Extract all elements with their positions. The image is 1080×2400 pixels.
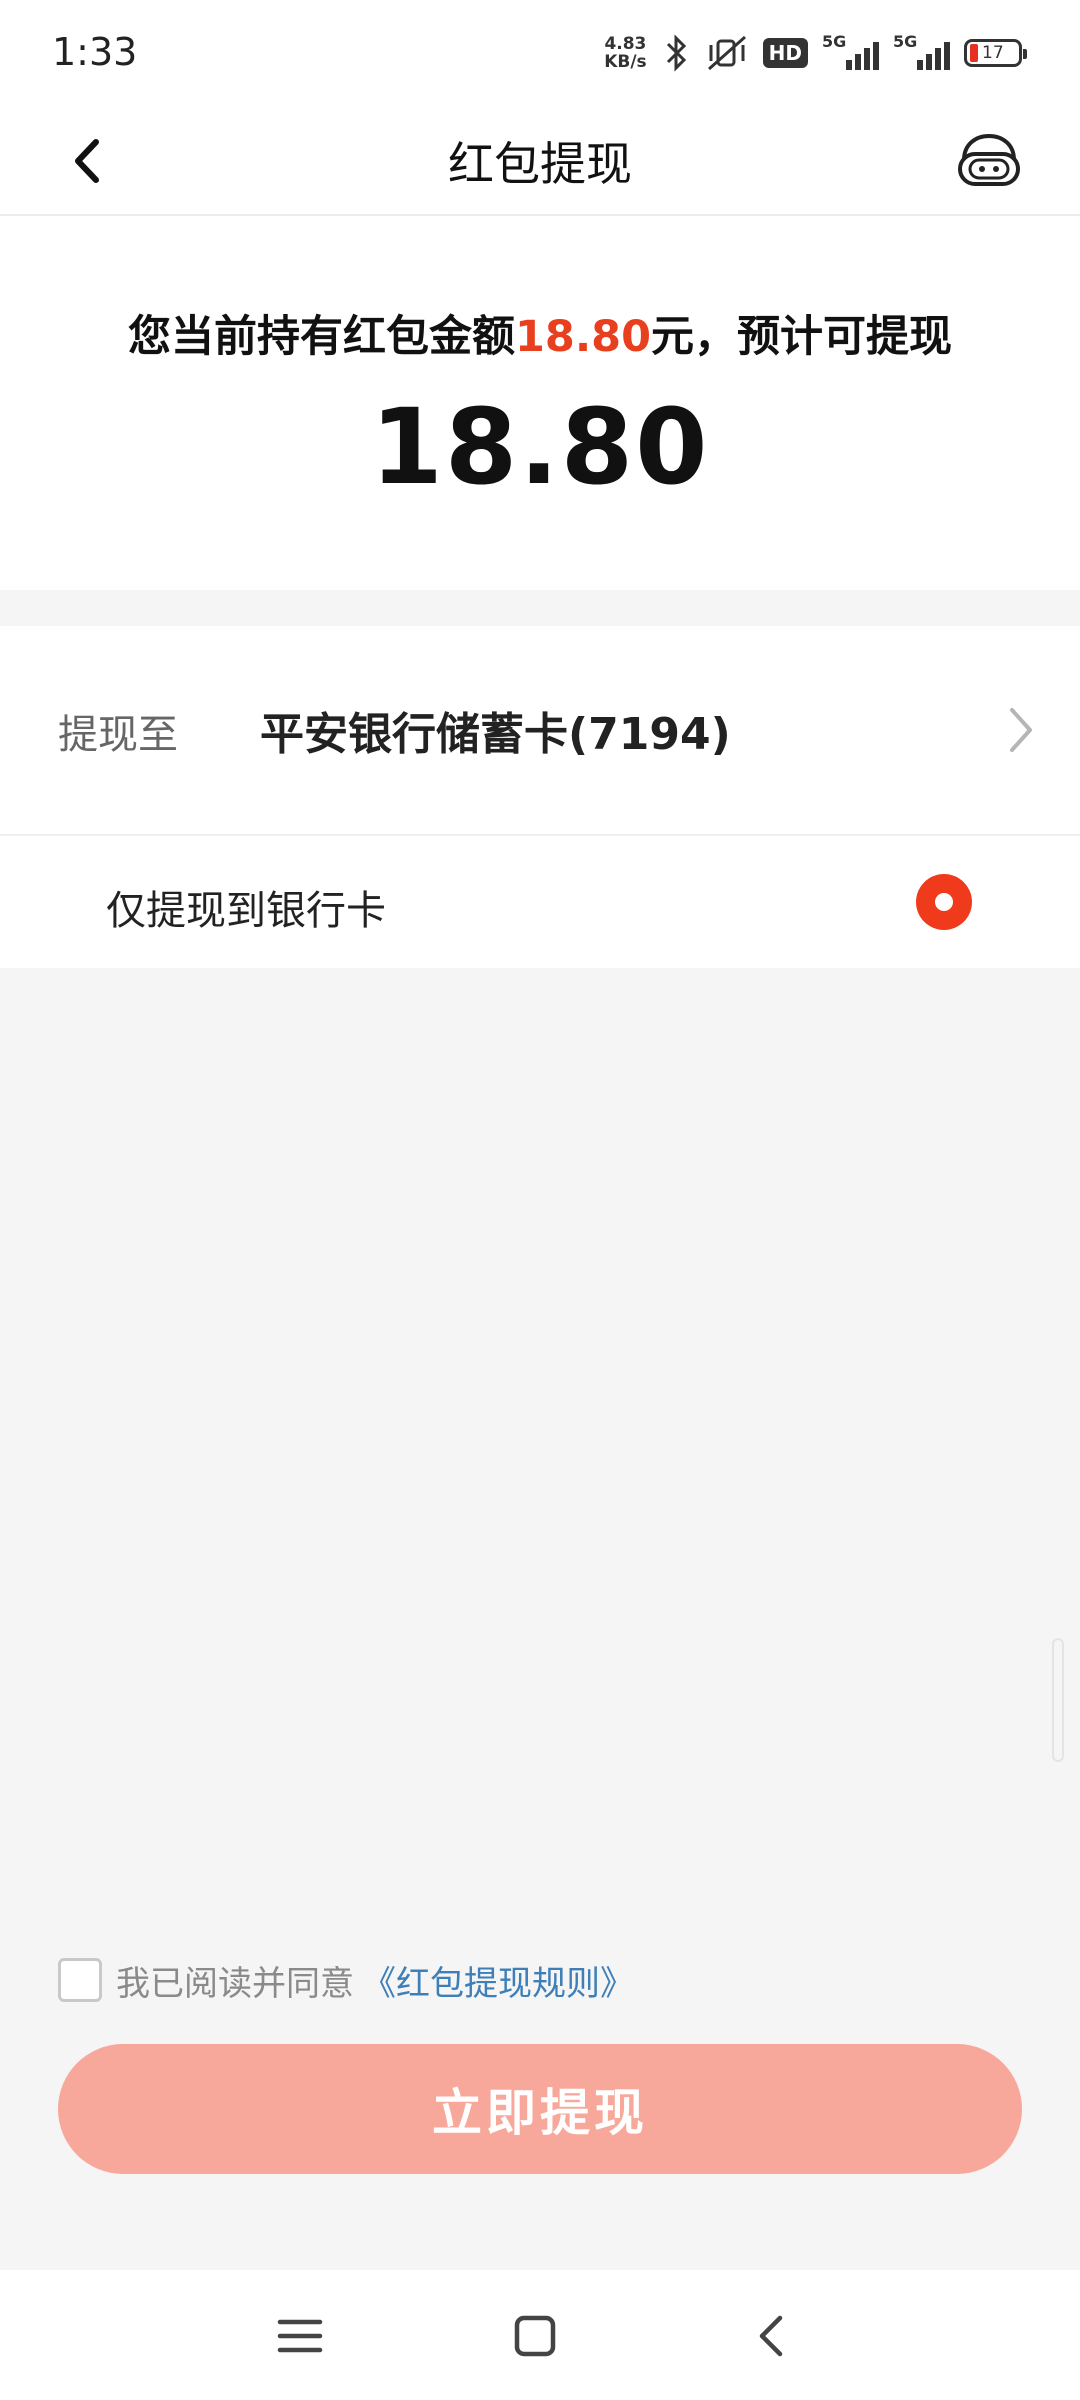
network-speed: 4.83 KB/s bbox=[604, 35, 646, 71]
page-title: 红包提现 bbox=[448, 137, 632, 191]
home-icon[interactable] bbox=[505, 2306, 565, 2366]
battery-level: 17 bbox=[982, 43, 1004, 63]
scrollbar bbox=[1052, 1638, 1064, 1762]
nav-bar: 红包提现 bbox=[0, 108, 1080, 216]
status-icons: 4.83 KB/s HD 5G 5G 17 bbox=[604, 28, 1027, 78]
summary-prefix: 您当前持有红包金额 bbox=[127, 312, 515, 362]
summary-text: 您当前持有红包金额18.80元，预计可提现 bbox=[0, 302, 1080, 364]
customer-service-icon[interactable] bbox=[954, 126, 1024, 196]
agreement-row: 我已阅读并同意 《红包提现规则》 bbox=[58, 1956, 634, 2004]
withdraw-summary: 您当前持有红包金额18.80元，预计可提现 18.80 bbox=[0, 216, 1080, 590]
back-icon[interactable] bbox=[742, 2306, 802, 2366]
destination-label: 提现至 bbox=[58, 712, 178, 758]
network-speed-unit: KB/s bbox=[604, 52, 647, 72]
option-radio[interactable] bbox=[916, 874, 972, 930]
menu-icon[interactable] bbox=[270, 2306, 330, 2366]
mute-icon bbox=[707, 35, 746, 71]
status-bar: 1:33 4.83 KB/s HD 5G 5G 17 bbox=[0, 0, 1080, 108]
withdrawable-amount: 18.80 bbox=[370, 386, 710, 508]
summary-suffix: 元，预计可提现 bbox=[651, 312, 952, 362]
network-type-2: 5G bbox=[893, 32, 918, 51]
chevron-right-icon bbox=[1010, 708, 1032, 752]
battery-icon: 17 bbox=[964, 39, 1027, 67]
network-type-1: 5G bbox=[822, 32, 847, 51]
agreement-text: 我已阅读并同意 bbox=[116, 1963, 354, 2004]
system-nav-bar bbox=[0, 2270, 1080, 2400]
held-amount: 18.80 bbox=[514, 312, 651, 362]
signal-icon: 5G bbox=[822, 32, 879, 70]
bluetooth-icon bbox=[666, 34, 686, 72]
status-time: 1:33 bbox=[52, 30, 138, 74]
destination-value: 平安银行储蓄卡(7194) bbox=[260, 709, 731, 760]
signal-icon: 5G bbox=[893, 32, 950, 70]
withdraw-button[interactable]: 立即提现 bbox=[58, 2044, 1022, 2174]
hd-badge: HD bbox=[762, 38, 808, 68]
bank-card-only-option[interactable]: 仅提现到银行卡 bbox=[0, 836, 1080, 968]
network-speed-value: 4.83 bbox=[604, 34, 647, 54]
rules-link[interactable]: 《红包提现规则》 bbox=[362, 1956, 634, 2005]
option-label: 仅提现到银行卡 bbox=[106, 888, 386, 934]
agreement-checkbox[interactable] bbox=[58, 1958, 102, 2002]
withdraw-destination-row[interactable]: 提现至 平安银行储蓄卡(7194) bbox=[0, 626, 1080, 836]
